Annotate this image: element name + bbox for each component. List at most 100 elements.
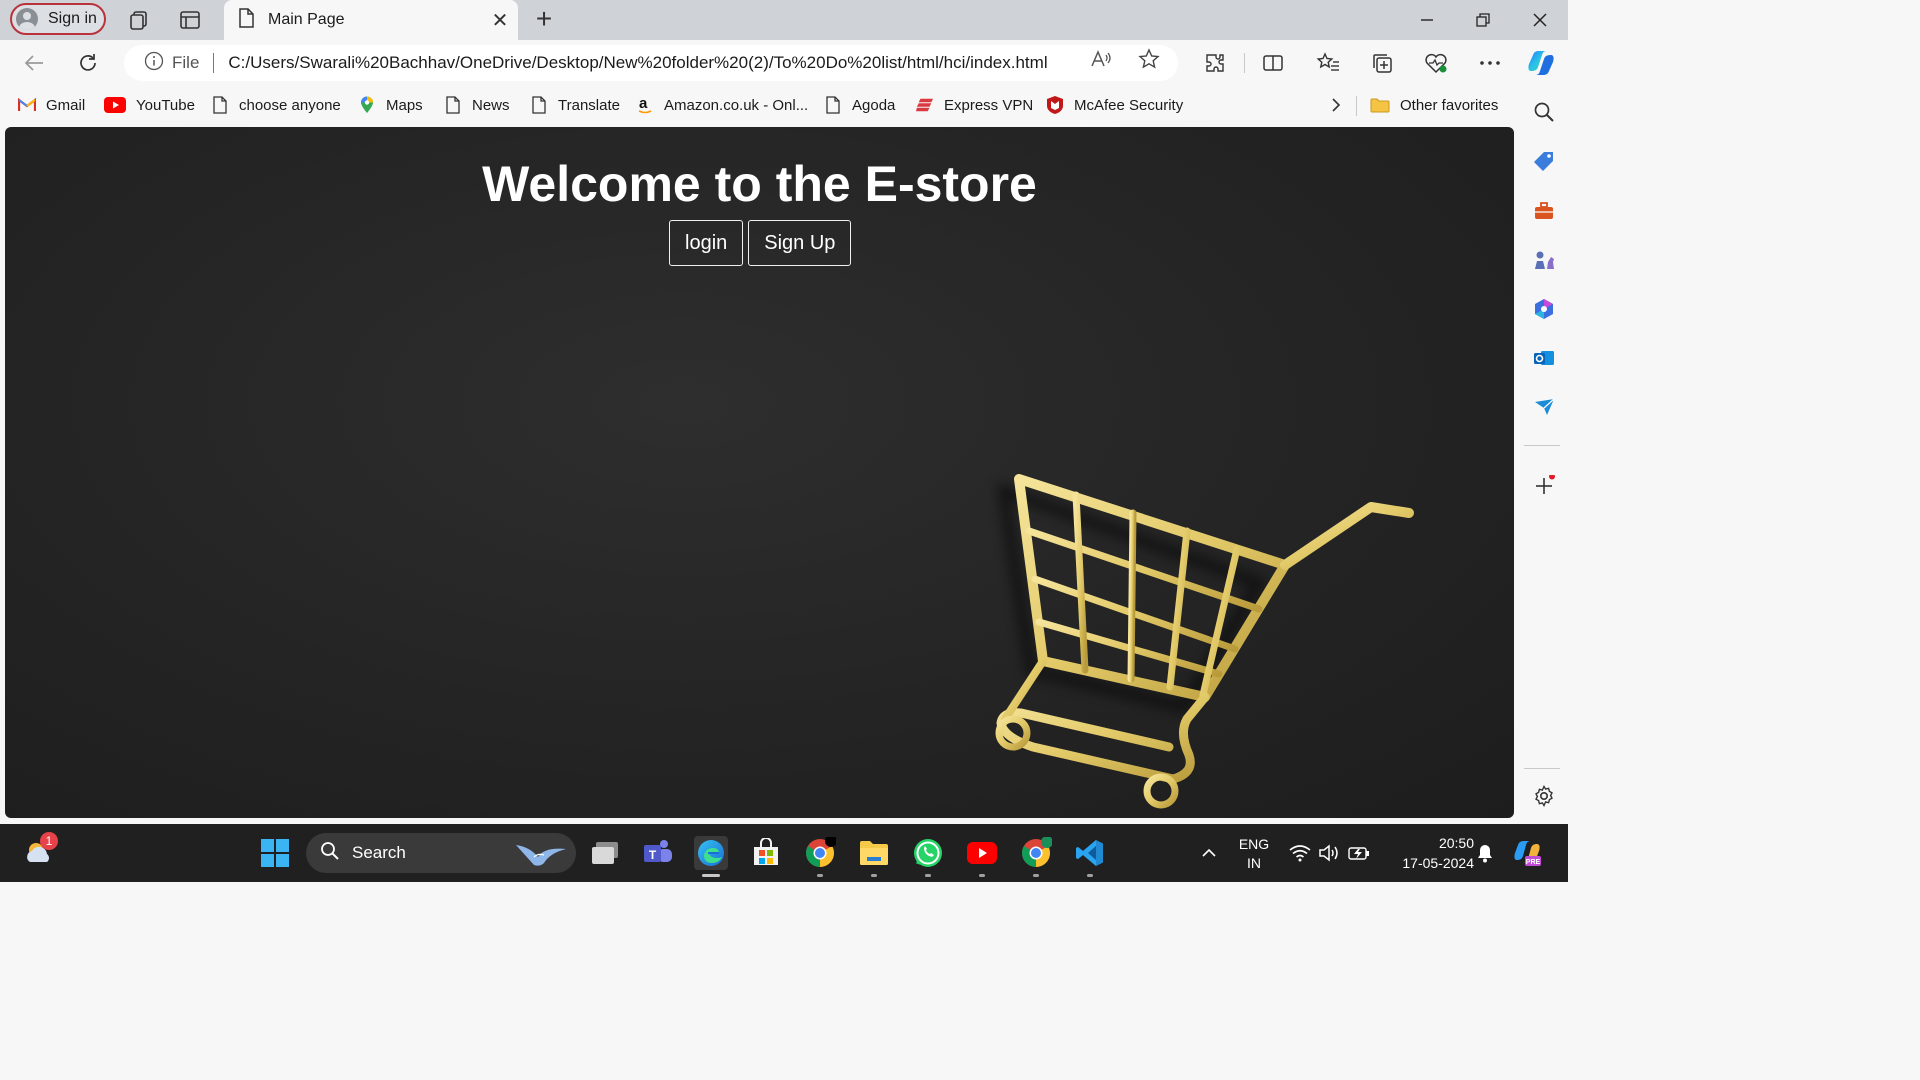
youtube-app-icon[interactable] — [965, 836, 999, 877]
favorite-translate[interactable]: Translate — [530, 94, 620, 116]
back-arrow-icon[interactable] — [20, 49, 48, 77]
favorites-divider — [1356, 96, 1357, 116]
favorite-mcafee[interactable]: McAfee Security — [1046, 94, 1183, 116]
favorites-overflow-chevron-icon[interactable] — [1330, 94, 1342, 116]
close-tab-icon[interactable]: ✕ — [482, 8, 518, 33]
folder-icon — [1370, 96, 1390, 114]
page-viewport: Welcome to the E-store login Sign Up — [5, 127, 1514, 818]
windows-start-icon[interactable] — [258, 836, 292, 870]
running-app-indicator — [979, 874, 985, 877]
running-app-indicator — [1033, 874, 1039, 877]
favorite-label: YouTube — [136, 96, 195, 114]
favorite-choose-anyone[interactable]: choose anyone — [211, 94, 341, 116]
windows-taskbar: 1 Search T ENG IN 20:50 17-05-2024 PRE — [0, 824, 1568, 882]
vscode-icon[interactable] — [1073, 836, 1107, 877]
url-text[interactable]: C:/Users/Swarali%20Bachhav/OneDrive/Desk… — [228, 53, 1047, 73]
clock[interactable]: 20:50 17-05-2024 — [1382, 833, 1474, 873]
file-explorer-icon[interactable] — [857, 836, 891, 877]
search-icon[interactable] — [1530, 98, 1558, 126]
search-highlight-bird-icon — [512, 837, 570, 874]
notification-bell-icon[interactable] — [1474, 836, 1496, 870]
address-divider — [213, 53, 215, 73]
copilot-icon[interactable] — [1525, 47, 1557, 79]
info-icon[interactable] — [144, 51, 164, 76]
edge-browser-icon[interactable] — [694, 836, 728, 877]
minimize-button[interactable] — [1399, 0, 1455, 40]
vertical-tabs-icon[interactable] — [178, 8, 202, 32]
login-button[interactable]: login — [669, 220, 744, 266]
auth-buttons: login Sign Up — [669, 220, 852, 266]
extensions-icon[interactable] — [1202, 50, 1228, 76]
page-icon — [444, 96, 462, 114]
favorites-bar: Gmail YouTube choose anyone Maps News Tr… — [0, 86, 1520, 124]
amazon-icon: a — [636, 96, 654, 114]
running-app-indicator — [1087, 874, 1093, 877]
workspaces-icon[interactable] — [127, 8, 151, 32]
favorite-label: Express VPN — [944, 96, 1034, 114]
favorite-agoda[interactable]: Agoda — [824, 94, 895, 116]
wifi-icon[interactable] — [1288, 836, 1312, 870]
favorite-news[interactable]: News — [444, 94, 510, 116]
more-options-icon[interactable] — [1477, 50, 1503, 76]
navigation-bar: File C:/Users/Swarali%20Bachhav/OneDrive… — [0, 40, 1520, 86]
tab-main-page[interactable]: Main Page ✕ — [224, 0, 518, 40]
collections-icon[interactable] — [1369, 50, 1395, 76]
close-window-button[interactable] — [1512, 0, 1568, 40]
battery-charging-icon[interactable] — [1347, 836, 1371, 870]
show-hidden-icons-chevron-icon[interactable] — [1192, 836, 1226, 870]
maps-pin-icon — [358, 96, 376, 114]
read-aloud-icon[interactable] — [1090, 48, 1112, 70]
favorite-amazon[interactable]: a Amazon.co.uk - Onl... — [636, 94, 808, 116]
new-tab-button[interactable]: + — [530, 4, 558, 34]
split-screen-icon[interactable] — [1260, 50, 1286, 76]
clock-time: 20:50 — [1438, 835, 1474, 851]
drop-send-icon[interactable] — [1530, 393, 1558, 421]
signup-button[interactable]: Sign Up — [748, 220, 852, 266]
task-view-icon[interactable] — [588, 836, 622, 870]
microsoft-365-icon[interactable] — [1530, 295, 1558, 323]
active-app-indicator — [702, 874, 720, 877]
restore-button[interactable] — [1455, 0, 1511, 40]
settings-gear-icon[interactable] — [1530, 782, 1558, 810]
whatsapp-icon[interactable] — [911, 836, 945, 877]
favorite-maps[interactable]: Maps — [358, 94, 423, 116]
expressvpn-icon — [916, 96, 934, 114]
page-icon — [530, 96, 548, 114]
running-app-indicator — [871, 874, 877, 877]
signin-label: Sign in — [48, 10, 97, 27]
games-chess-icon[interactable] — [1530, 246, 1558, 274]
favorite-express-vpn[interactable]: Express VPN — [916, 94, 1033, 116]
favorites-list-icon[interactable] — [1315, 50, 1341, 76]
teams-icon[interactable]: T — [641, 836, 675, 870]
taskbar-search-box[interactable]: Search — [306, 833, 576, 873]
tools-briefcase-icon[interactable] — [1530, 197, 1558, 225]
profile-signin-button[interactable]: Sign in — [10, 3, 106, 35]
shopping-cart-image — [973, 457, 1433, 818]
chrome-profile-icon[interactable] — [1019, 836, 1053, 877]
microsoft-store-icon[interactable] — [749, 836, 783, 870]
shopping-tag-icon[interactable] — [1530, 147, 1558, 175]
chrome-icon[interactable] — [803, 836, 837, 877]
browser-essentials-icon[interactable] — [1423, 50, 1449, 76]
copilot-preview-icon[interactable]: PRE — [1510, 836, 1544, 870]
language-indicator[interactable]: ENG IN — [1234, 835, 1274, 873]
tab-title: Main Page — [268, 11, 345, 28]
sidebar-divider — [1524, 768, 1560, 769]
weather-widget-icon[interactable]: 1 — [22, 832, 58, 870]
add-sidebar-app-icon[interactable] — [1530, 472, 1558, 500]
search-icon — [320, 841, 340, 866]
svg-text:a: a — [639, 96, 648, 112]
volume-icon[interactable] — [1317, 836, 1341, 870]
language-code: ENG — [1238, 836, 1270, 852]
toolbar-divider — [1244, 53, 1245, 73]
file-scheme-label: File — [172, 53, 200, 72]
favorite-label: McAfee Security — [1074, 96, 1184, 114]
outlook-icon[interactable] — [1530, 344, 1558, 372]
favorite-star-icon[interactable] — [1138, 48, 1160, 70]
favorite-youtube[interactable]: YouTube — [104, 94, 195, 116]
favorite-gmail[interactable]: Gmail — [18, 94, 85, 116]
other-favorites-folder[interactable]: Other favorites — [1370, 94, 1498, 116]
refresh-icon[interactable] — [74, 49, 102, 77]
youtube-icon — [104, 96, 126, 114]
address-bar[interactable]: File C:/Users/Swarali%20Bachhav/OneDrive… — [124, 45, 1178, 81]
